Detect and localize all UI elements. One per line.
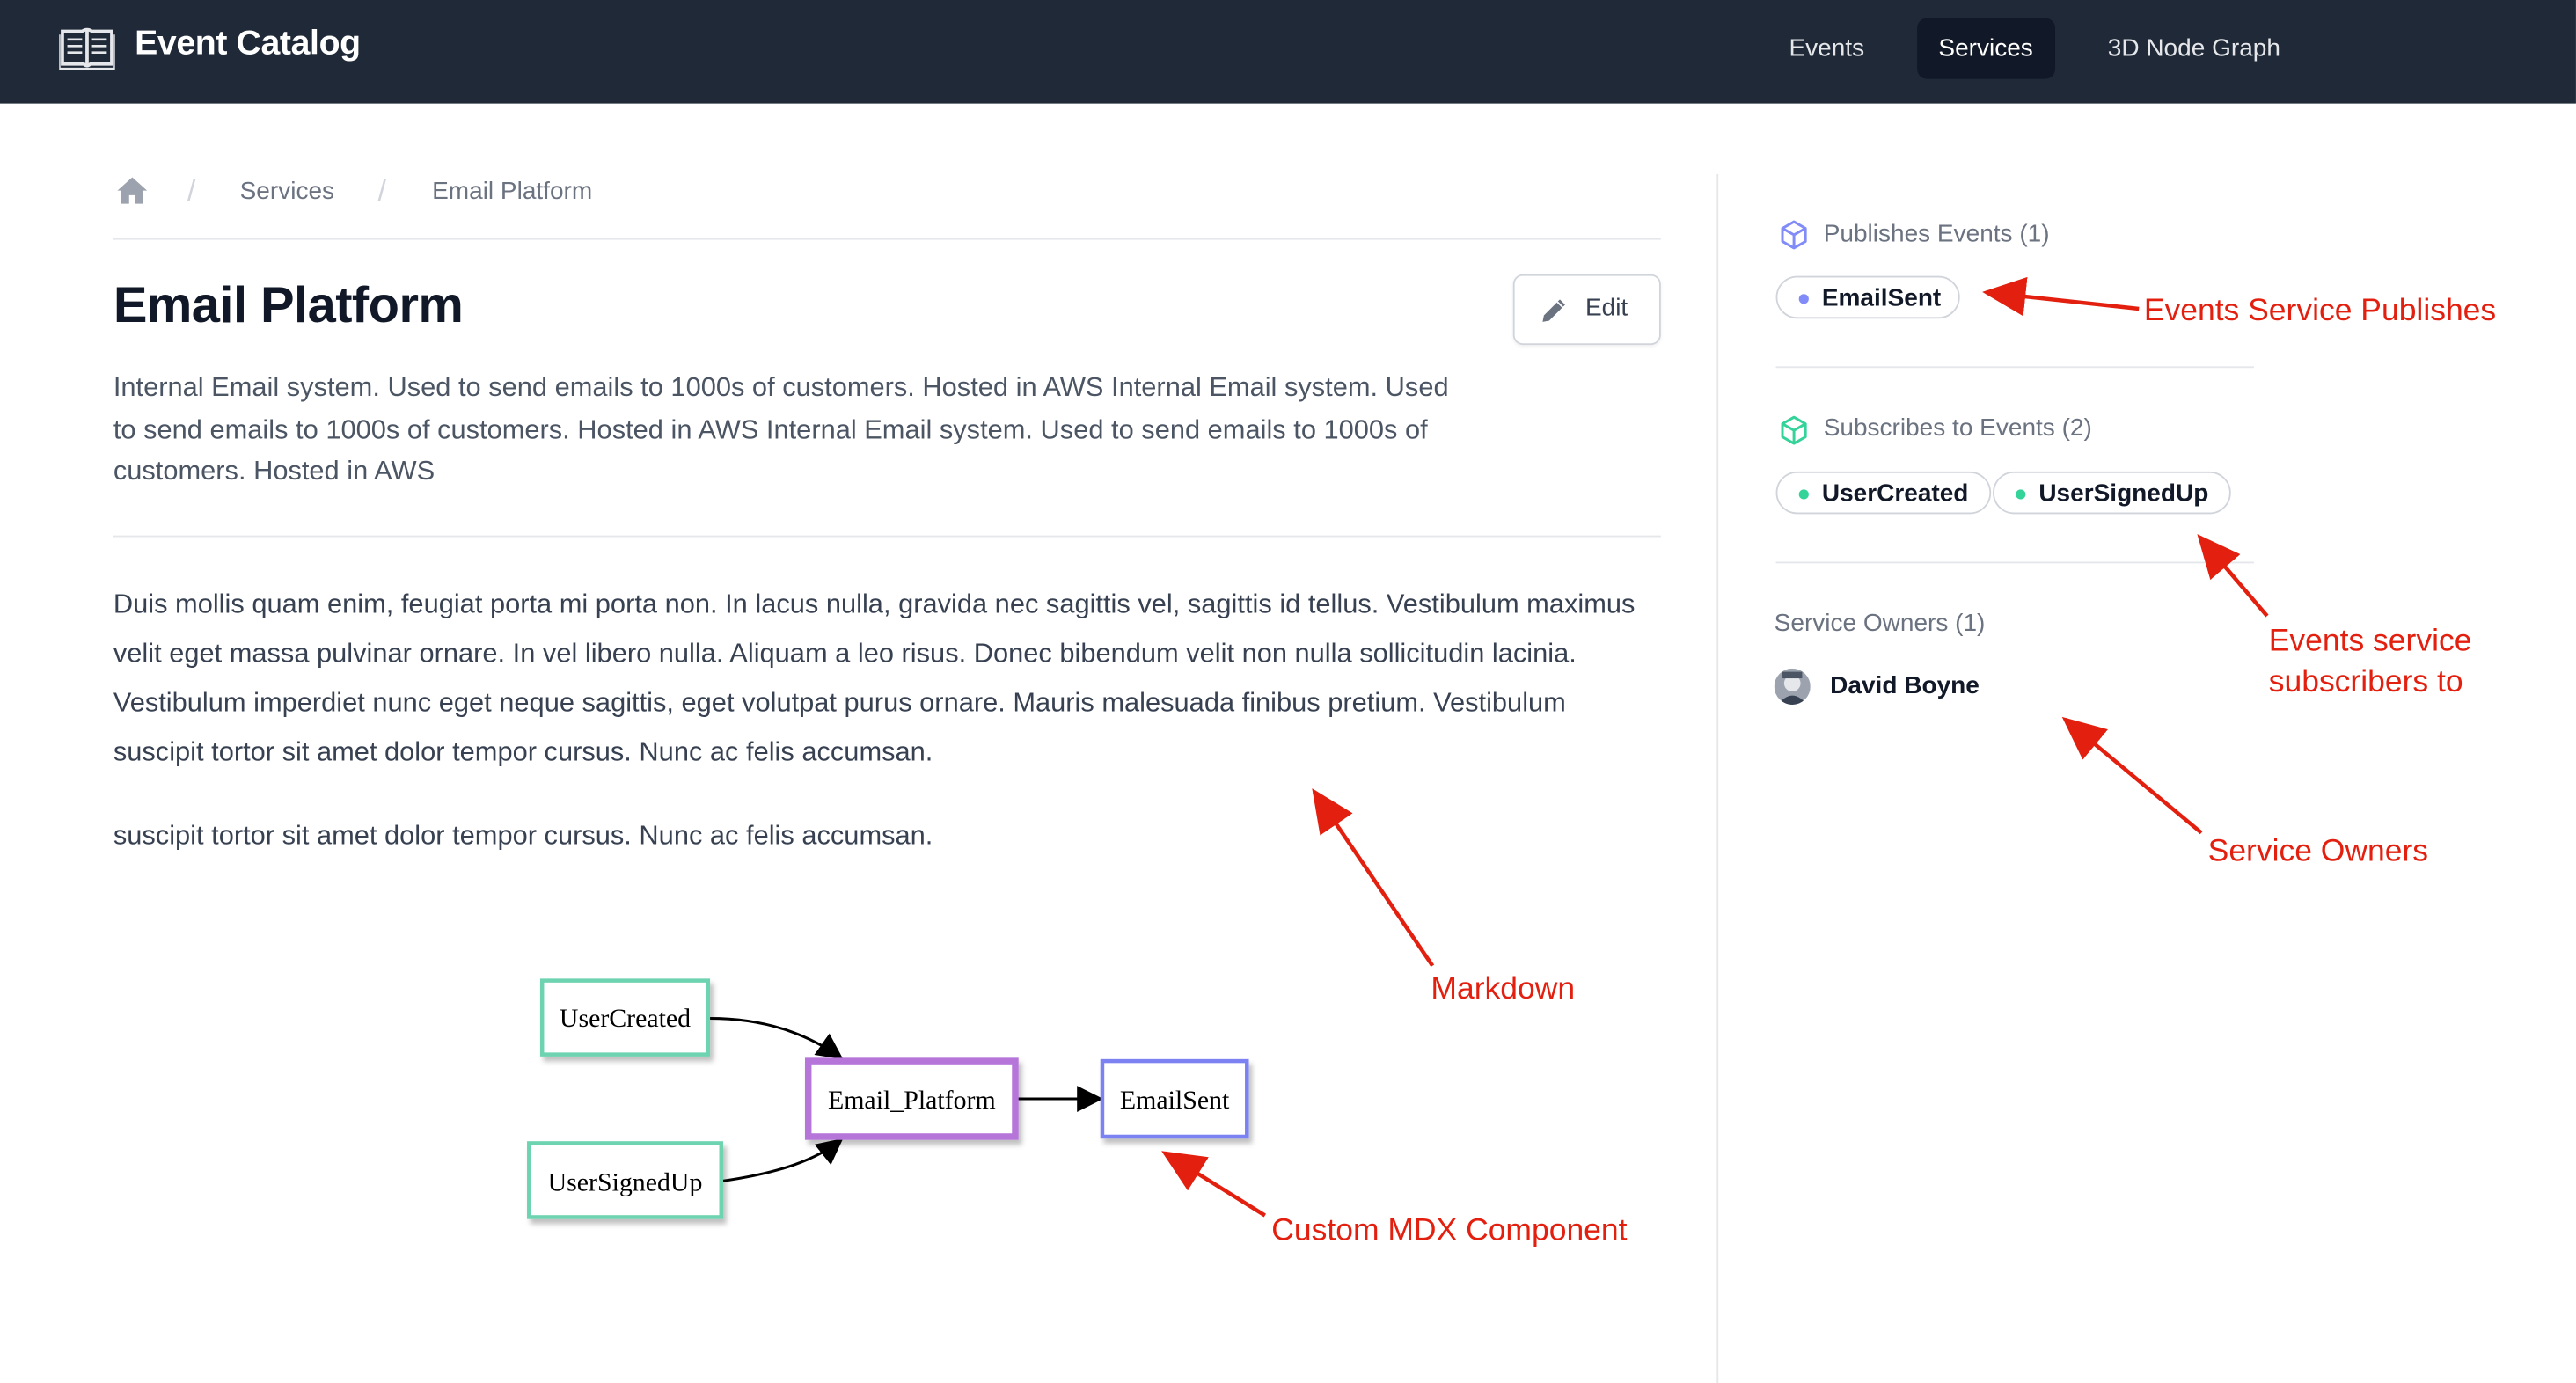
divider bbox=[1775, 561, 2254, 564]
nav-3d-node-graph[interactable]: 3D Node Graph bbox=[2086, 18, 2302, 79]
page-title: Email Platform bbox=[113, 275, 464, 334]
edit-button-label: Edit bbox=[1584, 294, 1628, 322]
edit-button[interactable]: Edit bbox=[1512, 274, 1661, 346]
breadcrumb-separator: / bbox=[187, 173, 196, 208]
breadcrumb-email-platform[interactable]: Email Platform bbox=[432, 178, 592, 206]
status-dot bbox=[1798, 489, 1809, 500]
markdown-paragraph-1: Duis mollis quam enim, feugiat porta mi … bbox=[113, 589, 1636, 767]
home-icon[interactable] bbox=[117, 176, 148, 206]
event-label: EmailSent bbox=[1821, 283, 1942, 312]
breadcrumb-services[interactable]: Services bbox=[240, 178, 334, 206]
event-label: UserCreated bbox=[1821, 479, 1969, 508]
event-label: UserSignedUp bbox=[2038, 479, 2209, 508]
arrow-to-subscribes bbox=[2197, 534, 2269, 618]
top-navbar: Event Catalog Events Services 3D Node Gr… bbox=[0, 0, 2576, 104]
published-event-emailsent[interactable]: EmailSent bbox=[1775, 275, 1960, 319]
edge-usercreated-to-service bbox=[709, 1017, 844, 1060]
node-email-platform: Email_Platform bbox=[804, 1057, 1019, 1140]
owner-david-boyne[interactable]: David Boyne bbox=[1830, 672, 1980, 700]
nav-services[interactable]: Services bbox=[1917, 18, 2055, 79]
subscribed-event-usercreated[interactable]: UserCreated bbox=[1775, 471, 1992, 515]
brand-title[interactable]: Event Catalog bbox=[135, 25, 361, 64]
nav-events[interactable]: Events bbox=[1767, 18, 1885, 79]
status-dot bbox=[2016, 489, 2026, 500]
node-usercreated-label: UserCreated bbox=[560, 1004, 691, 1033]
sidebar-divider bbox=[1716, 173, 1719, 1383]
markdown-paragraph-2: suscipit tortor sit amet dolor tempor cu… bbox=[113, 821, 933, 852]
avatar[interactable] bbox=[1774, 668, 1811, 705]
annotation-subscribes-line1: Events service bbox=[2268, 624, 2472, 659]
subscribed-event-usersignedup[interactable]: UserSignedUp bbox=[1993, 471, 2231, 515]
node-email-platform-label: Email_Platform bbox=[828, 1086, 996, 1115]
subscribes-events-title: Subscribes to Events (2) bbox=[1823, 413, 2092, 443]
edge-usersignedup-to-service bbox=[722, 1138, 844, 1182]
annotation-subscribes-line2: subscribers to bbox=[2268, 665, 2463, 700]
pencil-icon bbox=[1542, 299, 1565, 322]
node-usersignedup: UserSignedUp bbox=[527, 1141, 723, 1219]
publishes-events-title: Publishes Events (1) bbox=[1823, 220, 2050, 248]
status-dot bbox=[1798, 294, 1809, 304]
arrow-to-owners bbox=[2061, 716, 2203, 835]
annotation-publishes: Events Service Publishes bbox=[2143, 294, 2497, 329]
divider bbox=[1775, 366, 2254, 369]
divider bbox=[113, 535, 1661, 538]
annotation-markdown: Markdown bbox=[1431, 972, 1576, 1007]
cube-icon bbox=[1781, 415, 1807, 445]
node-usercreated: UserCreated bbox=[539, 978, 711, 1057]
book-logo-icon[interactable] bbox=[59, 25, 115, 70]
divider bbox=[113, 238, 1661, 240]
cube-icon bbox=[1781, 220, 1807, 250]
node-usersignedup-label: UserSignedUp bbox=[548, 1168, 703, 1197]
annotation-mdx: Custom MDX Component bbox=[1271, 1213, 1628, 1248]
node-emailsent-label: EmailSent bbox=[1120, 1086, 1230, 1115]
service-summary: Internal Email system. Used to send emai… bbox=[113, 372, 1449, 487]
arrow-to-publishes bbox=[1982, 276, 2140, 317]
service-owners-title: Service Owners (1) bbox=[1774, 609, 1986, 638]
node-emailsent: EmailSent bbox=[1100, 1058, 1249, 1139]
service-flow-diagram: UserCreated UserSignedUp Email_Platform … bbox=[527, 978, 1249, 1219]
breadcrumb-separator: / bbox=[377, 173, 386, 208]
annotation-owners: Service Owners bbox=[2207, 834, 2429, 869]
